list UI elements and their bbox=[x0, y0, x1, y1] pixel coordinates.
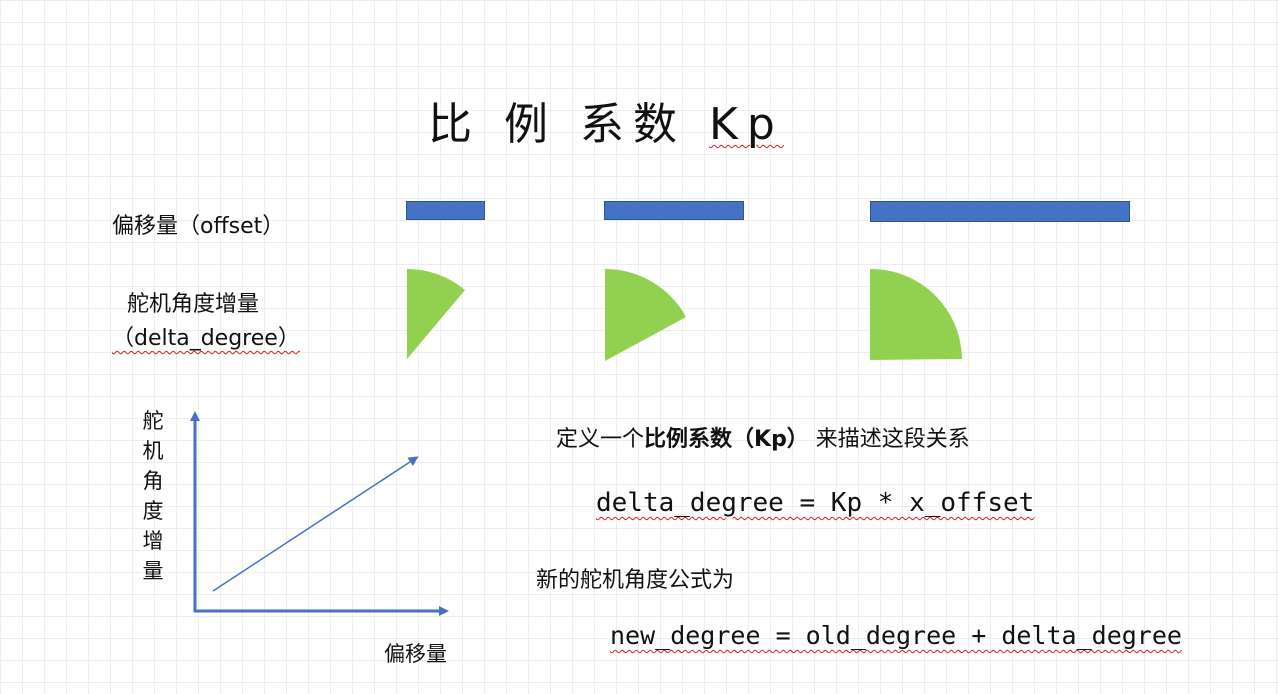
y-axis-label-char: 机 bbox=[142, 439, 164, 463]
proportional-line bbox=[212, 456, 419, 592]
new-formula-label: 新的舵机角度公式为 bbox=[536, 568, 735, 593]
y-axis-label-char: 增 bbox=[142, 529, 164, 553]
y-axis-label-char: 量 bbox=[142, 559, 164, 583]
angle-sector-small bbox=[407, 268, 465, 359]
definition-kp: 比例系数（Kp） bbox=[644, 427, 809, 452]
servo-delta-label: 舵机角度增量 bbox=[127, 292, 260, 317]
kp-graph bbox=[190, 411, 449, 616]
definition-suffix: 来描述这段关系 bbox=[808, 427, 970, 452]
offset-bar-medium bbox=[604, 201, 744, 220]
delta-degree-label: （delta_degree） bbox=[112, 326, 300, 351]
y-axis-label-char: 舵 bbox=[142, 409, 164, 433]
angle-sectors bbox=[407, 268, 962, 361]
y-axis-label-char: 角 bbox=[142, 469, 164, 493]
delta-degree-formula: delta_degree = Kp * x_offset bbox=[596, 488, 1035, 518]
new-degree-formula: new_degree = old_degree + delta_degree bbox=[610, 621, 1182, 650]
title-kp: Kp bbox=[708, 99, 784, 150]
title-main: 比 例 系数 bbox=[428, 99, 709, 150]
definition-text: 定义一个比例系数（Kp） 来描述这段关系 bbox=[556, 421, 970, 453]
angle-sector-medium bbox=[605, 268, 686, 361]
definition-prefix: 定义一个 bbox=[556, 427, 645, 452]
page-title: 比 例 系数 Kp bbox=[428, 88, 784, 152]
offset-bar-large bbox=[870, 201, 1130, 222]
offset-bar-small bbox=[406, 201, 485, 220]
offset-label: 偏移量（offset） bbox=[112, 214, 285, 239]
y-axis-label: 舵 机 角 度 增 量 bbox=[140, 406, 166, 586]
y-axis-label-char: 度 bbox=[142, 499, 164, 523]
x-axis-label: 偏移量 bbox=[384, 642, 447, 666]
angle-sector-large bbox=[870, 268, 962, 360]
